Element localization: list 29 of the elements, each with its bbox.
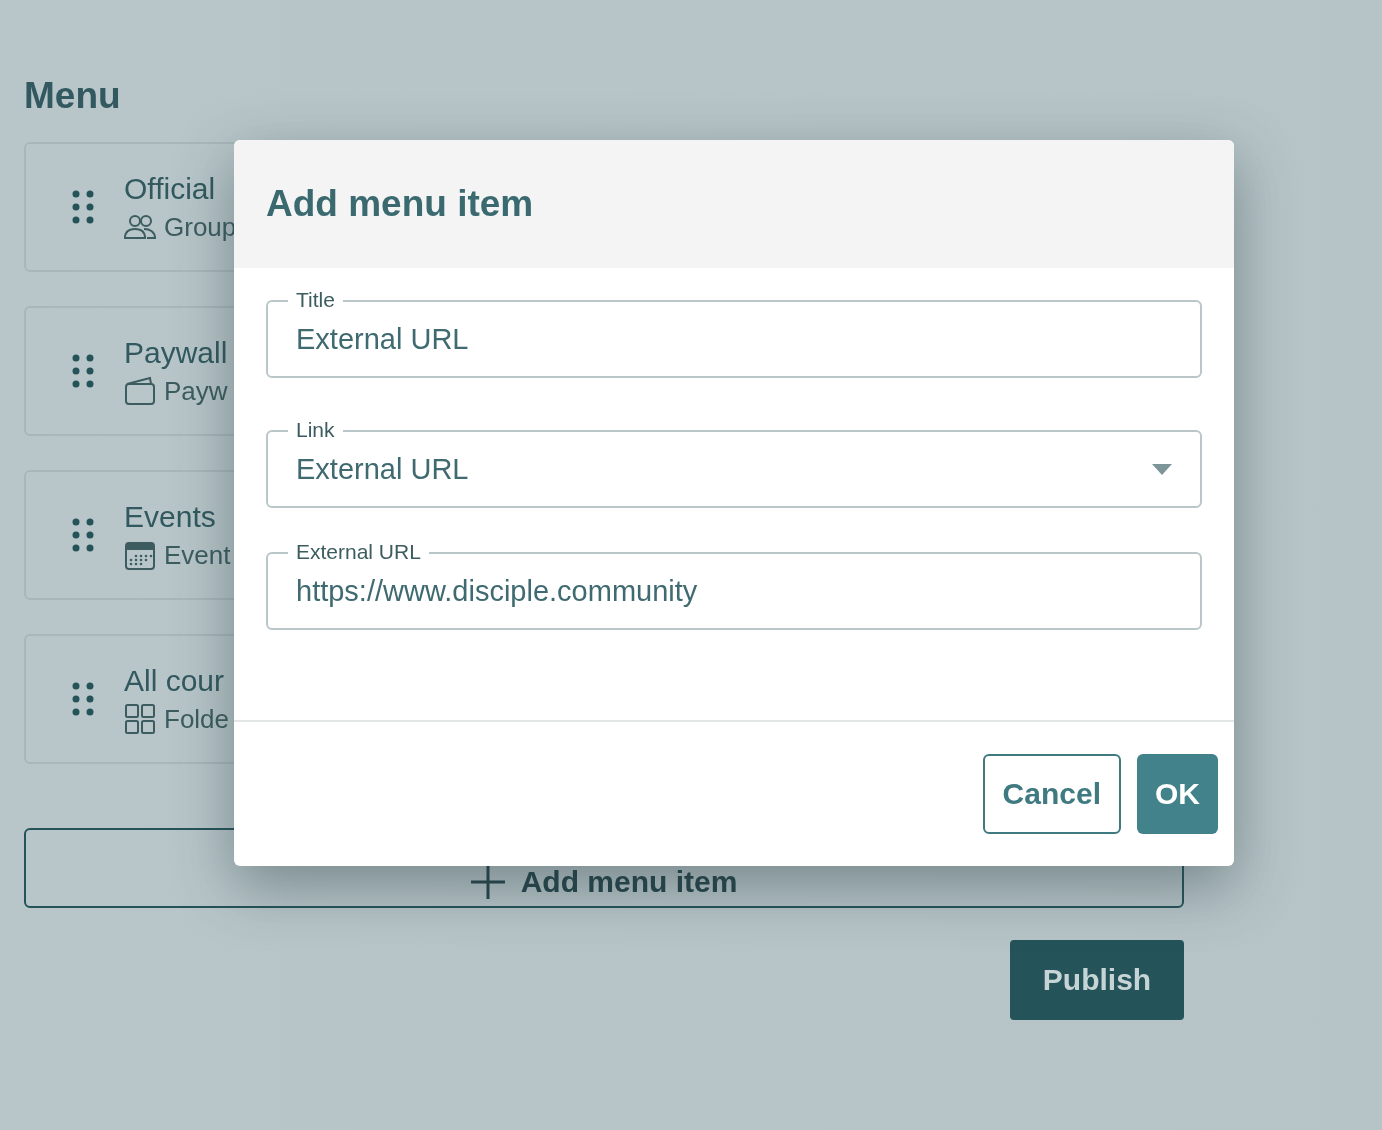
wallet-icon (124, 376, 156, 406)
menu-item-title: Paywall (124, 335, 228, 371)
menu-item-type: Event (164, 539, 231, 571)
dialog-title: Add menu item (266, 183, 534, 225)
menu-item-title: Events (124, 499, 217, 535)
drag-handle-icon[interactable] (72, 518, 94, 552)
menu-item-title: Official (124, 171, 217, 207)
field-value: External URL (296, 452, 470, 486)
input-field[interactable]: Link External URL (266, 417, 1202, 508)
drag-handle-icon[interactable] (72, 354, 94, 388)
menu-item-type: Payw (164, 375, 228, 407)
drag-handle-icon[interactable] (72, 682, 94, 716)
input-field[interactable]: External URL https://www.disciple.community (266, 539, 1202, 630)
caret-icon (1152, 463, 1172, 475)
field-value: https://www.disciple.community (296, 574, 699, 608)
grid-icon (124, 703, 156, 735)
cancel-button[interactable]: Cancel (982, 754, 1121, 834)
menu-item-title: All cour (124, 663, 226, 699)
menu-item-type: Folde (164, 703, 230, 735)
input-field[interactable]: Title External URL (266, 287, 1202, 378)
calendar-icon (124, 539, 156, 571)
people-icon (124, 214, 156, 240)
drag-handle-icon[interactable] (72, 190, 94, 224)
publish-button[interactable]: Publish (1010, 940, 1184, 1020)
page-heading: Menu (24, 74, 122, 118)
menu-item-type: Group (164, 211, 237, 243)
field-value: External URL (296, 322, 470, 356)
plus-icon (470, 865, 505, 899)
ok-button[interactable]: OK (1137, 754, 1218, 834)
